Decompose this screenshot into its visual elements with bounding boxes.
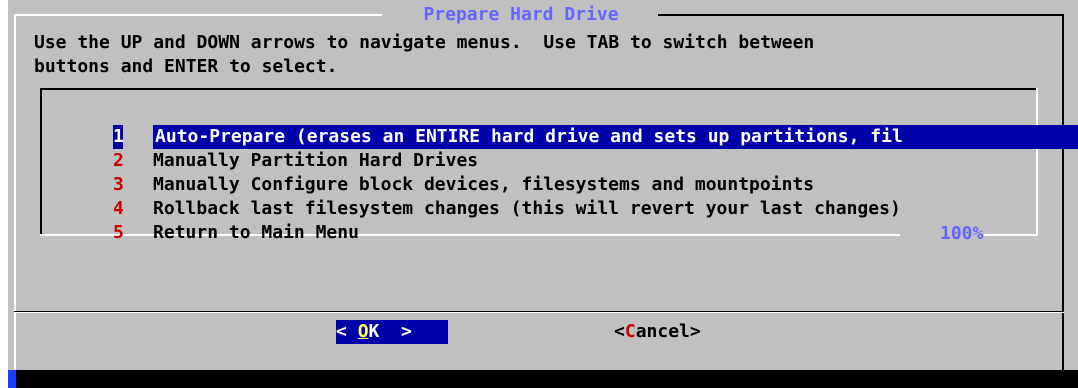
ok-bracket-left: < bbox=[336, 321, 358, 342]
menu-item-manual-partition[interactable]: 2 Manually Partition Hard Drives bbox=[48, 125, 478, 171]
menu-border-top bbox=[40, 88, 1038, 90]
ok-bracket-right: > bbox=[379, 321, 412, 342]
dialog-border-top-left bbox=[14, 14, 382, 16]
menu-item-manual-configure[interactable]: 3 Manually Configure block devices, files… bbox=[48, 149, 814, 195]
menu-item-auto-prepare[interactable]: 1 Auto-Prepare (erases an ENTIRE hard dri… bbox=[48, 101, 1078, 149]
ok-button[interactable]: < OK > bbox=[336, 320, 448, 344]
menu-list: 100% 1 Auto-Prepare (erases an ENTIRE har… bbox=[40, 88, 1078, 244]
ok-hotkey: O bbox=[357, 321, 369, 342]
button-bar: < OK > <Cancel> bbox=[0, 318, 1078, 348]
menu-item-rollback[interactable]: 4 Rollback last filesystem changes (this … bbox=[48, 173, 901, 219]
dialog-border-top-right bbox=[658, 14, 1064, 16]
cancel-button[interactable]: <Cancel> bbox=[614, 320, 726, 344]
cancel-bracket-left: < bbox=[614, 321, 625, 342]
scroll-percent: 100% bbox=[940, 223, 984, 244]
dialog-shadow bbox=[16, 370, 1078, 388]
dialog-title: Prepare Hard Drive bbox=[412, 4, 630, 25]
cancel-bracket-right: > bbox=[689, 321, 701, 342]
menu-item-number: 5 bbox=[113, 222, 124, 243]
instructions-text: Use the UP and DOWN arrows to navigate m… bbox=[34, 32, 815, 77]
cancel-label-rest: ancel bbox=[635, 321, 690, 342]
cancel-hotkey: C bbox=[624, 321, 636, 342]
dialog-border-left bbox=[14, 14, 16, 370]
shadow-corner bbox=[8, 370, 16, 388]
dialog-border-right bbox=[1062, 14, 1064, 370]
menu-item-return-main[interactable]: 5 Return to Main Menu bbox=[48, 197, 359, 243]
ok-label-rest: K bbox=[368, 321, 380, 342]
menu-item-label: Return to Main Menu bbox=[153, 222, 359, 243]
menu-border-bottom-end bbox=[984, 234, 1038, 236]
button-separator-highlight bbox=[14, 312, 1064, 313]
menu-border-left bbox=[40, 88, 42, 236]
terminal-screen: Prepare Hard Drive Use the UP and DOWN a… bbox=[0, 0, 1078, 388]
